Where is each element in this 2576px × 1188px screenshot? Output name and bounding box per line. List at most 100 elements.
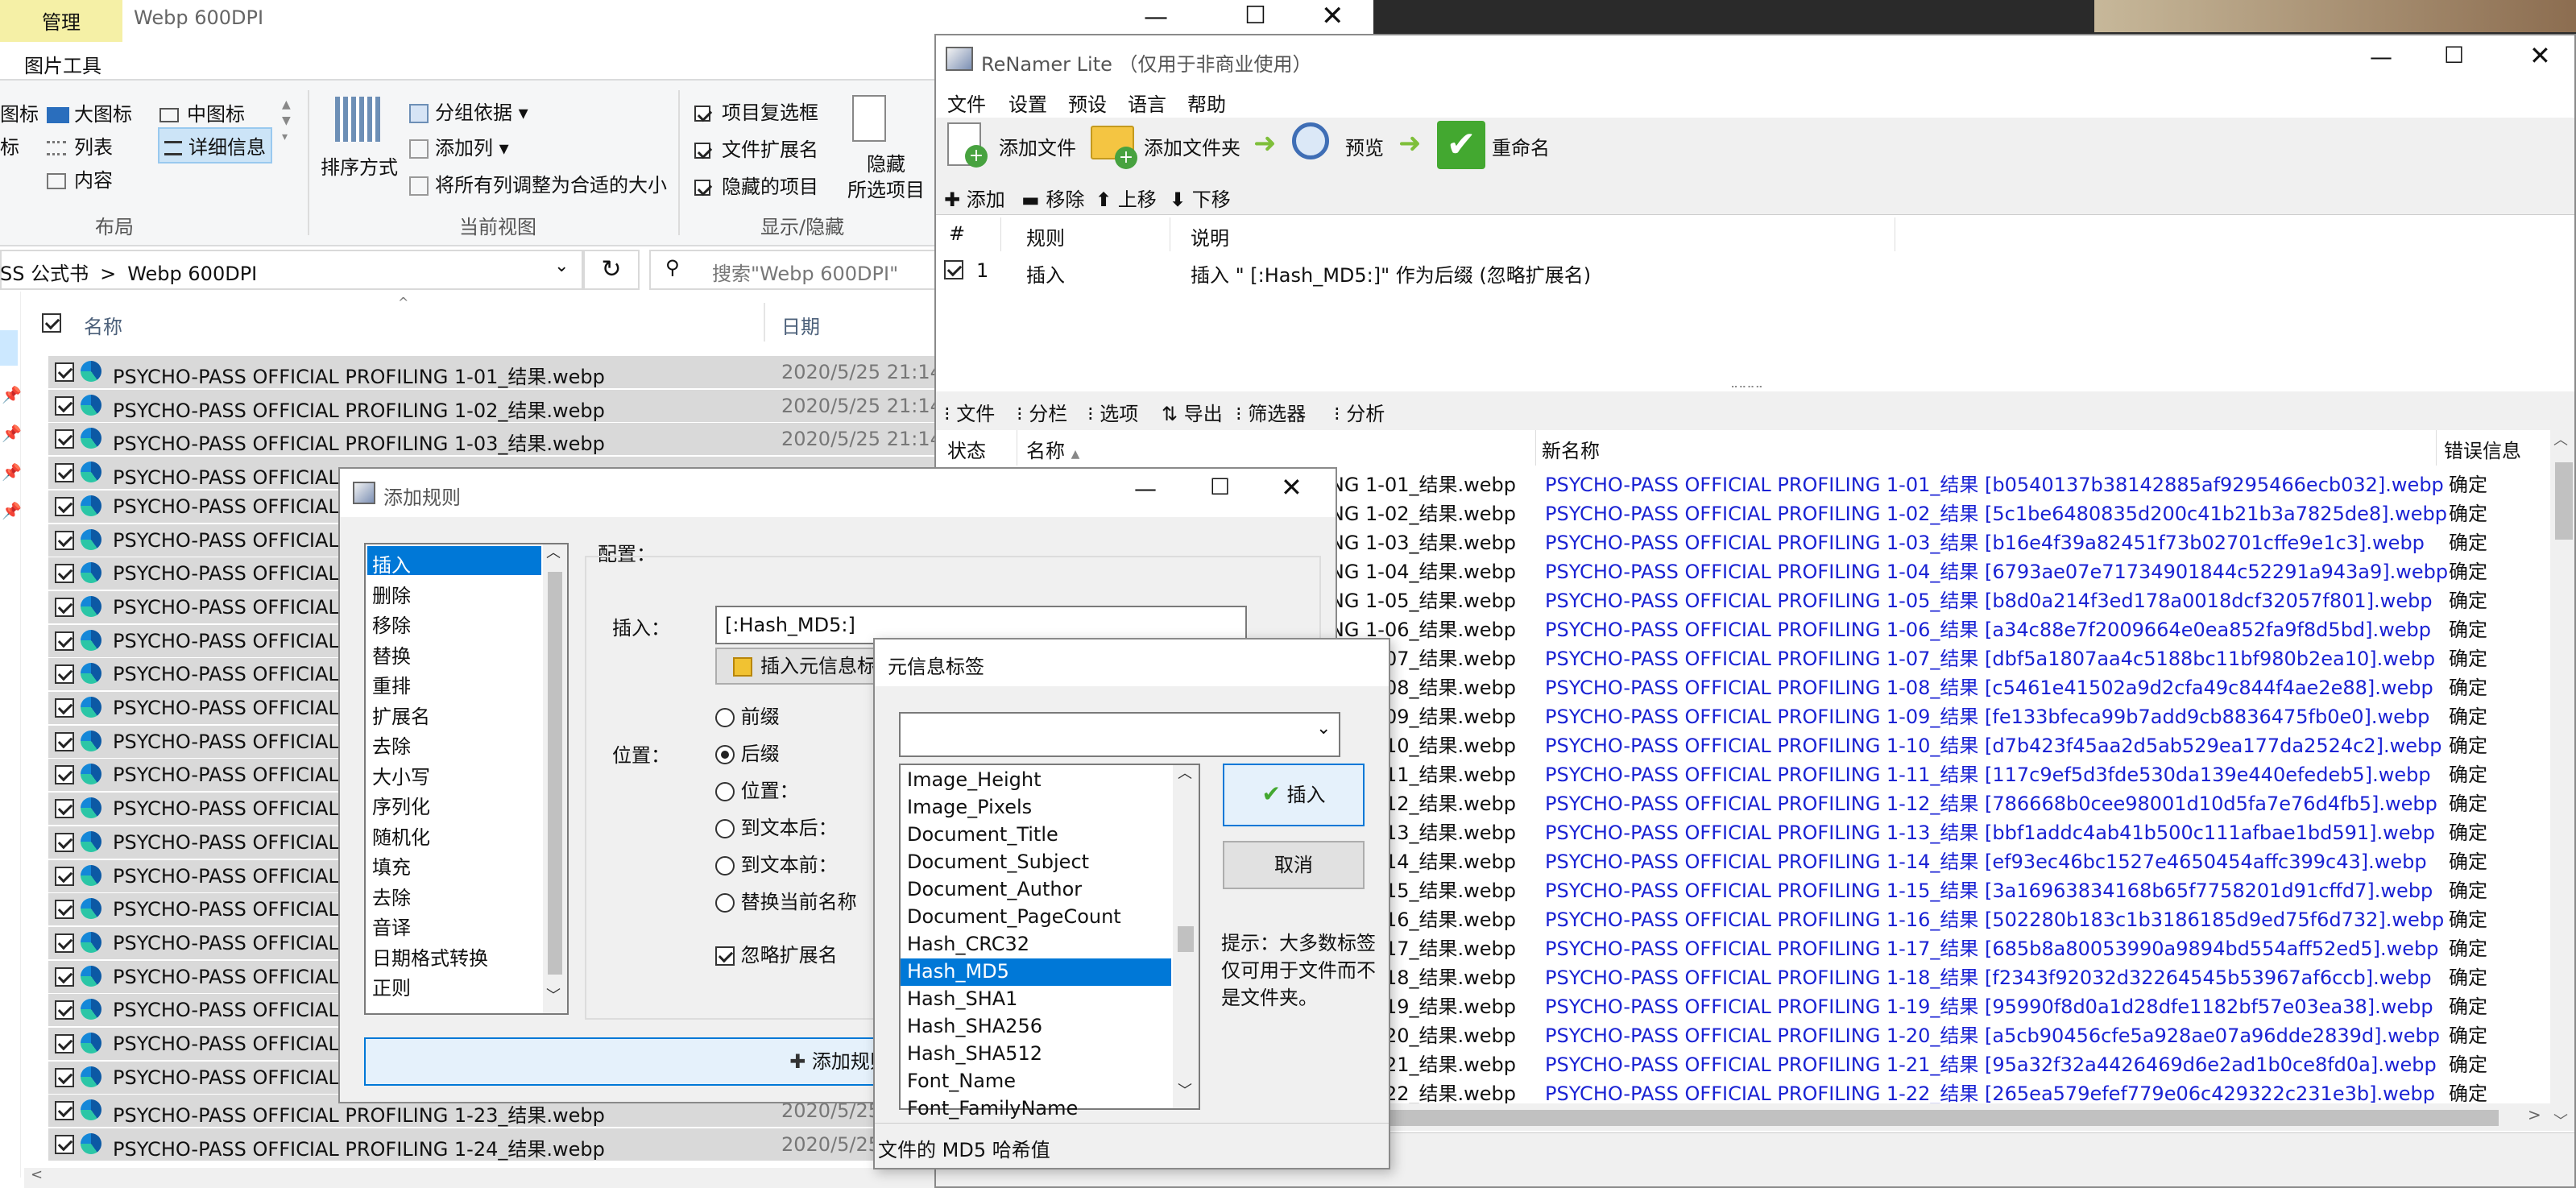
layout-scroll-icon[interactable]: ▲ ▼ ▾ [282,97,291,145]
rule-row[interactable] [936,253,2574,288]
position-prefix-radio[interactable]: 前缀 [715,701,780,729]
meta-tag-item[interactable]: Hash_SHA256 [901,1013,1171,1041]
meta-tag-item[interactable]: Document_Subject [901,849,1171,876]
sort-button[interactable]: 排序方式 [321,151,398,180]
add-rule-minimize-button[interactable]: — [1134,475,1157,502]
meta-tag-item[interactable]: Image_Height [901,767,1171,794]
files-scroll-thumb[interactable] [2555,462,2573,540]
scroll-left-icon[interactable]: < [31,1166,43,1183]
meta-tag-item[interactable]: Hash_SHA512 [901,1041,1171,1068]
row-checkbox[interactable] [55,900,74,920]
rule-enabled-checkbox[interactable] [944,258,963,280]
meta-cancel-button[interactable]: 取消 [1223,841,1365,889]
file-extension-toggle[interactable]: 文件扩展名 [694,134,818,162]
minimize-button[interactable]: — [1144,3,1168,31]
rule-type-item[interactable]: 正则 [367,969,541,1000]
rule-type-item[interactable]: 填充 [367,848,541,879]
row-checkbox[interactable] [55,967,74,987]
chevron-down-icon[interactable]: ⌄ [554,256,569,276]
menu-help[interactable]: 帮助 [1187,89,1226,117]
files-header-error[interactable]: 错误信息 [2444,435,2521,463]
filter-menu-button[interactable]: ⁝ 筛选器 [1236,398,1306,426]
meta-filter-dropdown[interactable] [899,712,1340,757]
position-suffix-radio[interactable]: 后缀 [715,738,780,766]
layout-details[interactable]: 详细信息 [158,127,272,164]
row-checkbox[interactable] [55,933,74,953]
meta-tag-item[interactable]: Hash_MD5 [901,958,1171,986]
meta-tag-item[interactable]: Document_PageCount [901,904,1171,931]
row-checkbox[interactable] [55,1101,74,1121]
add-rule-maximize-button[interactable]: ☐ [1210,474,1230,500]
rule-down-button[interactable]: ⬇ 下移 [1170,184,1231,212]
row-checkbox[interactable] [55,463,74,483]
row-checkbox[interactable] [55,1000,74,1020]
layout-list[interactable]: 列表 [47,131,113,159]
rule-type-item[interactable]: 随机化 [367,818,541,849]
group-by-button[interactable]: 分组依据 ▾ [409,97,528,125]
meta-tag-item[interactable]: Font_Name [901,1068,1171,1095]
row-checkbox[interactable] [55,597,74,617]
position-after-text-radio[interactable]: 到文本后： [715,812,838,840]
files-menu-button[interactable]: ⁝ 文件 [944,398,995,426]
row-checkbox[interactable] [55,429,74,449]
splitter-handle[interactable]: ⠒⠒⠒⠒ [1730,382,1763,395]
layout-content[interactable]: 内容 [47,164,113,192]
analyze-menu-button[interactable]: ⁝ 分析 [1334,398,1385,426]
renamer-minimize-button[interactable]: — [2370,43,2392,70]
row-checkbox[interactable] [55,799,74,819]
row-checkbox[interactable] [55,664,74,685]
rule-type-item[interactable]: 序列化 [367,788,541,818]
row-checkbox[interactable] [55,1135,74,1155]
column-header-name[interactable]: 名称 [84,311,122,339]
ignore-extension-checkbox[interactable]: 忽略扩展名 [715,939,838,967]
row-checkbox[interactable] [55,564,74,584]
rule-type-item[interactable]: 大小写 [367,758,541,789]
row-checkbox[interactable] [55,765,74,785]
renamer-maximize-button[interactable]: ☐ [2444,42,2464,68]
rule-type-item[interactable]: 重排 [367,667,541,697]
menu-presets[interactable]: 预设 [1068,89,1107,117]
row-checkbox[interactable] [55,362,74,382]
rule-up-button[interactable]: ⬆ 上移 [1095,184,1157,212]
row-checkbox[interactable] [55,496,74,516]
meta-tag-item[interactable]: Hash_CRC32 [901,931,1171,958]
meta-tag-item[interactable]: Document_Title [901,822,1171,849]
menu-language[interactable]: 语言 [1128,89,1166,117]
rule-type-item[interactable]: 日期格式转换 [367,939,541,970]
menu-settings[interactable]: 设置 [1008,89,1047,117]
rule-type-item[interactable]: 音译 [367,909,541,939]
file-row[interactable]: PSYCHO-PASS OFFICIAL PROFILING 1-24_结果.w… [48,1128,934,1161]
rule-type-item[interactable]: 替换 [367,637,541,668]
files-header-status[interactable]: 状态 [947,435,986,463]
file-row[interactable]: PSYCHO-PASS OFFICIAL PROFILING 1-03_结果.w… [48,423,942,456]
row-checkbox[interactable] [55,731,74,751]
renamer-close-button[interactable]: ✕ [2529,40,2551,71]
export-menu-button[interactable]: ⇅ 导出 [1162,398,1223,426]
column-header-date[interactable]: 日期 [781,311,820,339]
refresh-button[interactable]: ↻ [583,250,640,290]
file-row[interactable]: PSYCHO-PASS OFFICIAL PROFILING 1-01_结果.w… [48,356,942,388]
options-menu-button[interactable]: ⁝ 选项 [1087,398,1138,426]
position-before-text-radio[interactable]: 到文本前： [715,849,838,877]
meta-tag-item[interactable]: Font_FamilyName [901,1095,1171,1123]
meta-insert-button[interactable]: ✔ 插入 [1223,764,1365,826]
file-row[interactable]: PSYCHO-PASS OFFICIAL PROFILING 1-02_结果.w… [48,389,942,422]
close-button[interactable]: ✕ [1321,0,1344,32]
row-checkbox[interactable] [55,866,74,886]
row-checkbox[interactable] [55,395,74,416]
menu-file[interactable]: 文件 [947,89,986,117]
meta-tag-item[interactable]: Document_Author [901,876,1171,904]
position-replace-radio[interactable]: 替换当前名称 [715,886,857,914]
row-checkbox[interactable] [55,631,74,651]
row-checkbox[interactable] [55,1034,74,1053]
rule-remove-button[interactable]: ▬ 移除 [1021,184,1084,212]
row-checkbox[interactable] [55,530,74,550]
fit-columns-button[interactable]: 将所有列调整为合适的大小 [409,169,667,197]
ribbon-tab-manage[interactable]: 管理 [0,0,122,42]
chevron-down-icon[interactable]: ⌄ [1316,718,1331,739]
columns-menu-button[interactable]: ⁝ 分栏 [1017,398,1067,426]
rule-type-item[interactable]: 去除 [367,727,541,758]
position-index-radio[interactable]: 位置： [715,775,799,803]
layout-small-icons[interactable]: 图标 [0,98,39,126]
maximize-button[interactable]: ☐ [1245,2,1266,30]
